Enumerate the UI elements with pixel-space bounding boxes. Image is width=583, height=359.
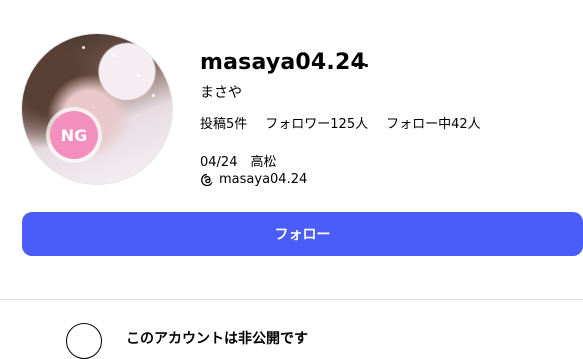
avatar-badge-text: NG [60,125,88,145]
more-options-icon[interactable]: … [353,52,369,71]
profile-username: masaya04.24 [200,50,367,75]
followers-count[interactable]: フォロワー125人 [265,113,368,132]
private-account-title: このアカウントは非公開です [126,331,308,347]
profile-bio: 04/24 高松 [200,155,277,170]
profile-avatar[interactable]: NG [22,34,172,184]
follow-button[interactable]: フォロー [22,212,583,256]
avatar-sparkle [112,54,115,57]
profile-stats: 投稿5件 フォロワー125人 フォロー中42人 [200,113,481,132]
threads-handle: masaya04.24 [219,172,308,187]
avatar-sparkle [137,74,140,77]
avatar-sparkle [152,94,155,97]
threads-icon [201,173,213,186]
avatar-ng-sticker: NG [50,111,98,159]
section-divider [0,299,583,300]
avatar-sparkle [82,46,85,49]
threads-link[interactable]: masaya04.24 [200,172,307,187]
following-count[interactable]: フォロー中42人 [386,113,481,132]
lock-icon [66,323,102,359]
posts-count: 投稿5件 [200,117,248,132]
profile-full-name: まさや [200,85,242,101]
avatar-sparkle [127,43,130,46]
